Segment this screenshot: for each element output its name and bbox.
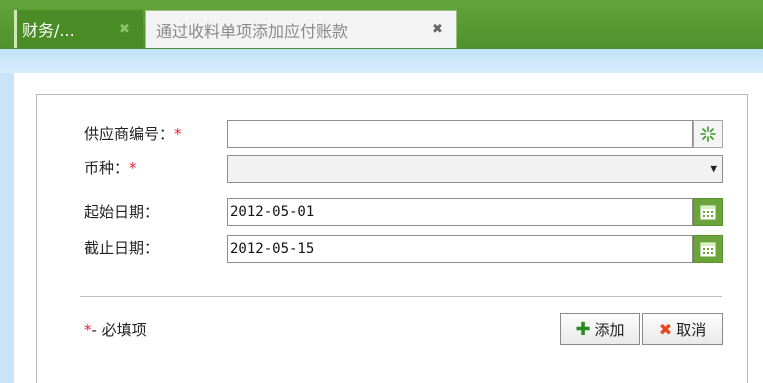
currency-label: 币种：* — [84, 159, 137, 177]
required-legend: *- 必填项 — [84, 320, 147, 340]
tab-bar: 财务/... ✖ 通过收料单项添加应付账款 ✖ — [0, 0, 763, 49]
start-date-input[interactable]: 2012-05-01 — [227, 198, 693, 226]
supplier-picker-button[interactable] — [693, 120, 723, 148]
tab-label: 财务/... — [22, 21, 75, 40]
required-mark: * — [174, 125, 182, 143]
side-edge — [0, 73, 14, 383]
required-mark: * — [84, 321, 92, 339]
cancel-button[interactable]: ✖ 取消 — [642, 313, 723, 345]
cancel-button-label: 取消 — [676, 320, 707, 339]
header-strip — [0, 49, 763, 73]
start-date-label: 起始日期： — [84, 203, 160, 221]
end-date-calendar-button[interactable] — [693, 235, 723, 263]
sparkle-picker-icon — [700, 126, 716, 142]
tab-accent — [14, 10, 17, 48]
close-icon[interactable]: ✖ — [119, 22, 130, 37]
tab-finance[interactable]: 财务/... ✖ — [14, 10, 143, 48]
x-icon: ✖ — [658, 319, 673, 339]
end-date-input[interactable]: 2012-05-15 — [227, 235, 693, 263]
tab-label: 通过收料单项添加应付账款 — [156, 21, 349, 41]
currency-select[interactable]: ▼ — [227, 155, 723, 183]
start-date-calendar-button[interactable] — [693, 198, 723, 226]
add-button-label: 添加 — [594, 320, 625, 339]
chevron-down-icon[interactable]: ▼ — [710, 156, 717, 182]
plus-icon: ✚ — [575, 318, 591, 340]
divider — [80, 296, 722, 297]
tab-add-payable[interactable]: 通过收料单项添加应付账款 ✖ — [145, 10, 457, 48]
supplier-label: 供应商编号：* — [84, 125, 182, 143]
required-mark: * — [129, 159, 137, 177]
calendar-icon — [700, 205, 716, 220]
calendar-icon — [700, 242, 716, 257]
legend-text: - 必填项 — [91, 321, 147, 339]
end-date-label: 截止日期： — [84, 239, 160, 257]
close-icon[interactable]: ✖ — [432, 22, 443, 37]
supplier-input[interactable] — [227, 120, 693, 148]
add-button[interactable]: ✚ 添加 — [560, 313, 640, 345]
